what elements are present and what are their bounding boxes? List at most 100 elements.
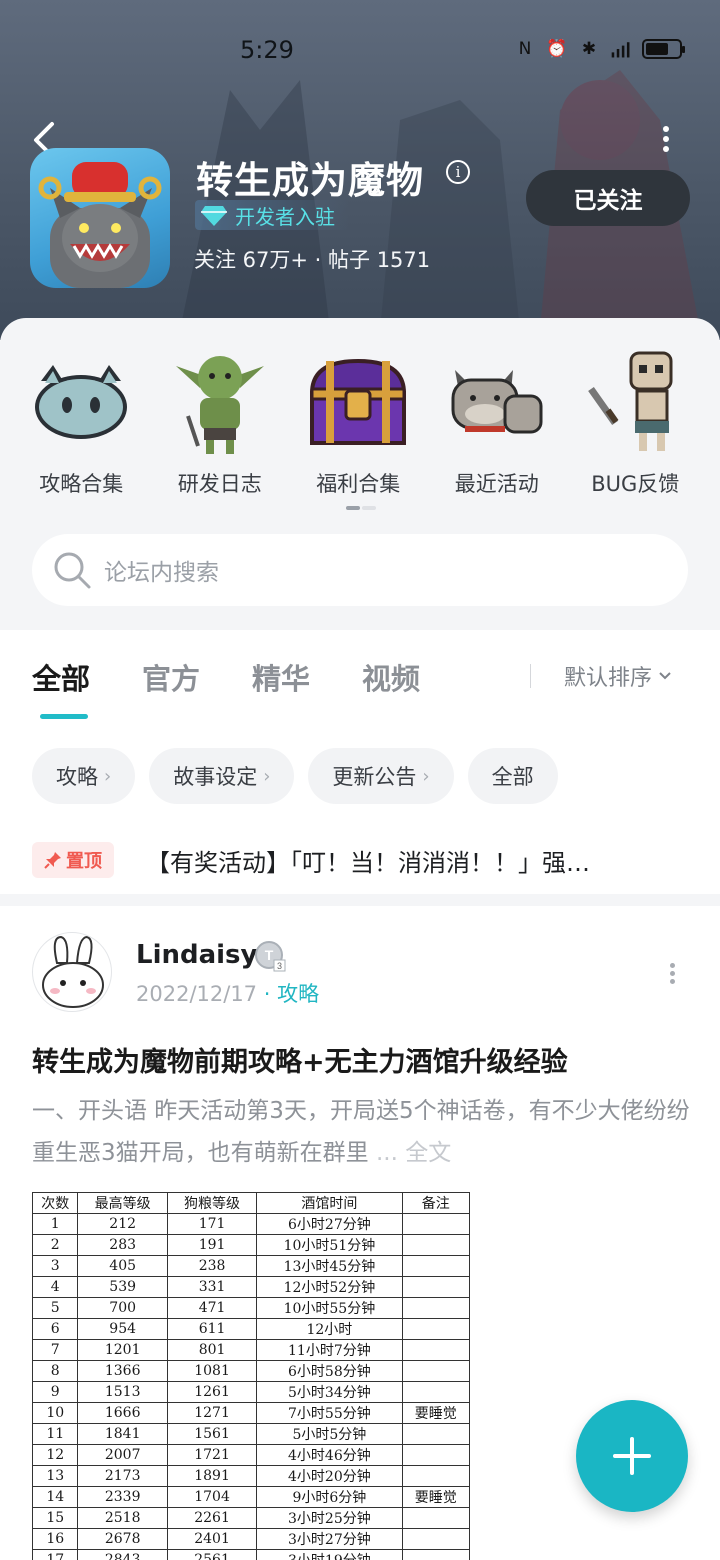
developer-badge-label: 开发者入驻 — [235, 204, 335, 229]
pinned-title: 【有奖活动】「叮！当！消消消！！」强… — [146, 848, 590, 877]
post-image-table[interactable]: 次数 最高等级 狗粮等级 酒馆时间 备注 1 212 171 6小时27分钟 2 283 191 10… — [31, 1192, 471, 1560]
table-cell: 3小时19分钟 — [256, 1549, 403, 1560]
table-cell — [401, 1339, 471, 1361]
tab-featured[interactable]: 精华 — [252, 656, 310, 698]
feed-tabs: 全部 官方 精华 视频 默认排序 — [0, 630, 720, 730]
entry-guides[interactable]: 攻略合集 — [12, 346, 151, 498]
entry-events[interactable]: 最近活动 — [428, 346, 567, 498]
table-cell: 1 — [31, 1213, 79, 1235]
post-author[interactable]: Lindaisy — [136, 940, 257, 970]
table-cell: 17 — [31, 1549, 79, 1560]
table-row: 9 1513 1261 5小时34分钟 — [31, 1381, 471, 1403]
table-cell: 1841 — [77, 1423, 168, 1445]
developer-badge[interactable]: 开发者入驻 — [195, 200, 349, 230]
tab-video[interactable]: 视频 — [362, 656, 420, 698]
info-icon[interactable]: i — [446, 160, 470, 184]
pinned-post[interactable]: 置顶 【有奖活动】「叮！当！消消消！！」强… — [32, 842, 692, 878]
table-cell: 1561 — [166, 1423, 258, 1445]
table-cell: 4小时46分钟 — [256, 1444, 403, 1466]
table-cell: 2843 — [77, 1549, 168, 1560]
chip-story[interactable]: 故事设定 › — [149, 748, 295, 804]
table-cell: 6 — [31, 1318, 79, 1340]
table-cell: 3小时27分钟 — [256, 1528, 403, 1550]
table-row: 12 2007 1721 4小时46分钟 — [31, 1444, 471, 1466]
tab-divider — [530, 664, 531, 688]
table-cell: 9 — [31, 1381, 79, 1403]
entry-label: 最近活动 — [454, 472, 539, 496]
table-cell: 1261 — [166, 1381, 258, 1403]
pin-icon — [44, 852, 61, 869]
carousel-pager — [346, 506, 376, 510]
chip-guides[interactable]: 攻略 › — [32, 748, 136, 804]
category-chips: 攻略 › 故事设定 › 更新公告 › 全部 — [32, 748, 558, 804]
entry-devlog[interactable]: 研发日志 — [151, 346, 290, 498]
table-cell: 5 — [31, 1297, 79, 1319]
table-cell — [401, 1276, 471, 1298]
svg-text:T: T — [265, 947, 274, 963]
table-cell: 要睡觉 — [401, 1486, 471, 1508]
table-row: 8 1366 1081 6小时58分钟 — [31, 1360, 471, 1382]
table-cell: 471 — [166, 1297, 258, 1319]
new-post-button[interactable] — [576, 1400, 688, 1512]
table-cell: 212 — [77, 1213, 168, 1235]
post-excerpt[interactable]: 一、开头语 昨天活动第3天，开局送5个神话卷，有不少大佬纷纷重生恶3猫开局，也有… — [32, 1090, 692, 1174]
table-header-cell: 备注 — [401, 1192, 471, 1214]
table-header-cell: 狗粮等级 — [166, 1192, 258, 1214]
plus-icon — [613, 1437, 651, 1475]
table-cell — [401, 1234, 471, 1256]
table-header-cell: 次数 — [31, 1192, 79, 1214]
table-cell — [401, 1444, 471, 1466]
table-row: 13 2173 1891 4小时20分钟 — [31, 1465, 471, 1487]
chip-updates[interactable]: 更新公告 › — [308, 748, 454, 804]
chevron-right-icon: › — [422, 765, 430, 787]
table-row: 15 2518 2261 3小时25分钟 — [31, 1507, 471, 1529]
table-cell: 2401 — [166, 1528, 258, 1550]
avatar[interactable] — [32, 932, 112, 1012]
entry-bug-report[interactable]: BUG反馈 — [566, 346, 705, 498]
post-excerpt-text: 一、开头语 昨天活动第3天，开局送5个神话卷，有不少大佬纷纷重生恶3猫开局，也有… — [32, 1098, 690, 1166]
post-category[interactable]: 攻略 — [277, 982, 319, 1006]
table-cell: 1721 — [166, 1444, 258, 1466]
active-tab-indicator — [40, 714, 88, 719]
table-cell — [401, 1507, 471, 1529]
sort-dropdown[interactable]: 默认排序 — [564, 660, 672, 692]
table-cell: 7小时55分钟 — [256, 1402, 403, 1424]
table-cell: 2339 — [77, 1486, 168, 1508]
more-options-icon[interactable] — [656, 122, 676, 156]
post-more-icon[interactable] — [666, 960, 678, 990]
table-cell: 6小时27分钟 — [256, 1213, 403, 1235]
chevron-right-icon: › — [263, 765, 271, 787]
follow-button[interactable]: 已关注 — [526, 170, 690, 226]
table-header-cell: 最高等级 — [77, 1192, 168, 1214]
read-full-link[interactable]: 全文 — [405, 1140, 451, 1166]
user-level-badge-icon: T 3 — [255, 941, 286, 972]
table-cell: 12 — [31, 1444, 79, 1466]
treasure-chest-icon — [303, 346, 413, 456]
tab-official[interactable]: 官方 — [142, 656, 200, 698]
goblin-icon — [165, 346, 275, 456]
entry-welfare[interactable]: 福利合集 — [289, 346, 428, 498]
game-title: 转生成为魔物 — [196, 159, 424, 202]
svg-text:3: 3 — [277, 961, 282, 971]
table-cell: 12小时52分钟 — [256, 1276, 403, 1298]
table-cell: 16 — [31, 1528, 79, 1550]
forum-search-input[interactable]: 论坛内搜索 — [32, 534, 688, 606]
table-cell — [401, 1528, 471, 1550]
bulldog-icon — [442, 346, 552, 456]
table-cell: 13 — [31, 1465, 79, 1487]
tab-all[interactable]: 全部 — [32, 656, 90, 698]
chevron-right-icon: › — [104, 765, 112, 787]
table-cell: 611 — [166, 1318, 258, 1340]
table-row: 2 283 191 10小时51分钟 — [31, 1234, 471, 1256]
table-row: 6 954 611 12小时 — [31, 1318, 471, 1340]
nfc-icon: N — [518, 39, 532, 59]
forum-header: 5:29 N ⏰ ✱ 转生成为魔物 i 开发者入驻 关注 67万+ · 帖子 1… — [0, 0, 720, 340]
chip-all[interactable]: 全部 — [467, 748, 558, 804]
post-title[interactable]: 转生成为魔物前期攻略+无主力酒馆升级经验 — [32, 1040, 692, 1079]
table-row: 14 2339 1704 9小时6分钟 要睡觉 — [31, 1486, 471, 1508]
chip-label: 攻略 — [56, 765, 98, 789]
table-cell: 13小时45分钟 — [256, 1255, 403, 1277]
table-cell: 1271 — [166, 1402, 258, 1424]
table-cell: 1891 — [166, 1465, 258, 1487]
section-divider — [0, 894, 720, 906]
